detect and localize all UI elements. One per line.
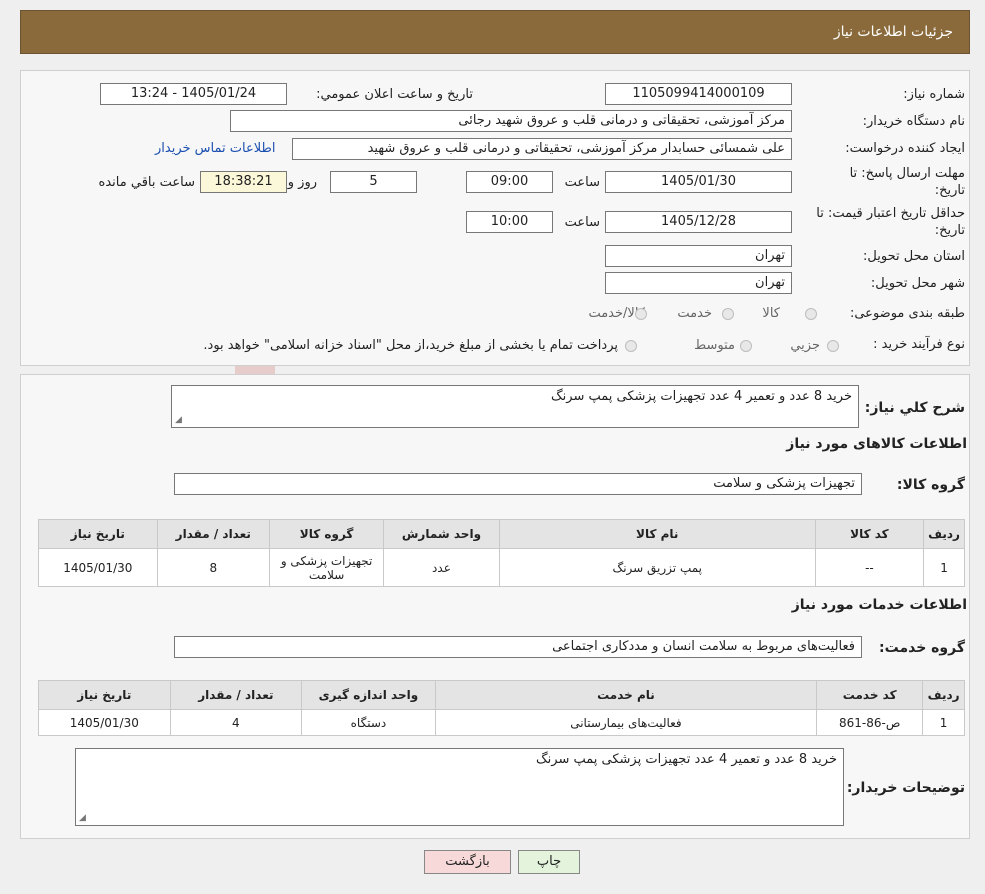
goods-col-name: نام کالا — [498, 519, 816, 549]
price-validity-time-label: ساعت — [564, 215, 600, 230]
general-description-text: خرید 8 عدد و تعمیر 4 عدد تجهیزات پزشکی پ… — [551, 389, 852, 404]
goods-col-group: گروه کالا — [268, 519, 385, 549]
deadline-date-field: 1405/01/30 — [605, 171, 792, 193]
category-option-service: خدمت — [677, 306, 712, 321]
deadline-time-label: ساعت — [564, 175, 600, 190]
process-minor-radio[interactable] — [827, 340, 839, 352]
category-option-goods: کالا — [762, 306, 780, 321]
process-option-medium: متوسط — [694, 338, 735, 353]
goods-cell-unit: عدد — [383, 548, 500, 587]
buyer-org-label: نام دستگاه خریدار: — [862, 114, 965, 129]
deadline-label-2: تاریخ: — [934, 183, 965, 198]
price-validity-time-field: 10:00 — [466, 211, 553, 233]
print-button[interactable]: چاپ — [518, 850, 580, 874]
goods-group-field: تجهیزات پزشکی و سلامت — [174, 473, 862, 495]
price-validity-label: حداقل تاریخ اعتبار قیمت: تا — [816, 206, 965, 221]
page-title: جزئیات اطلاعات نیاز — [833, 24, 953, 40]
table-row: 1 -- پمپ تزریق سرنگ عدد تجهیزات پزشکی و … — [38, 548, 965, 587]
service-cell-code: ص-86-861 — [816, 709, 924, 736]
goods-cell-date: 1405/01/30 — [38, 548, 158, 587]
service-cell-name: فعالیت‌های بیمارستانی — [434, 709, 818, 736]
service-col-quantity: تعداد / مقدار — [169, 680, 303, 710]
service-cell-row: 1 — [922, 709, 965, 736]
need-number-label: شماره نیاز: — [903, 87, 965, 102]
announce-date-field: 1405/01/24 - 13:24 — [100, 83, 287, 105]
province-field: تهران — [605, 245, 792, 267]
service-cell-unit: دستگاه — [301, 709, 436, 736]
category-goods-service-radio[interactable] — [635, 308, 647, 320]
resize-grip-icon[interactable]: ◢ — [79, 813, 86, 823]
buyer-notes-textarea[interactable]: خرید 8 عدد و تعمیر 4 عدد تجهیزات پزشکی پ… — [75, 748, 844, 826]
services-section-title: اطلاعات خدمات مورد نیاز — [791, 597, 967, 613]
goods-col-unit: واحد شمارش — [383, 519, 500, 549]
goods-col-code: کد کالا — [814, 519, 925, 549]
goods-cell-quantity: 8 — [156, 548, 270, 587]
province-label: استان محل تحویل: — [863, 249, 965, 264]
remaining-time-field: 18:38:21 — [200, 171, 287, 193]
service-col-row: ردیف — [922, 680, 965, 710]
price-validity-date-field: 1405/12/28 — [605, 211, 792, 233]
buyer-notes-label: توضیحات خریدار: — [846, 780, 965, 796]
back-button[interactable]: بازگشت — [424, 850, 511, 874]
service-col-code: کد خدمت — [816, 680, 924, 710]
service-cell-date: 1405/01/30 — [38, 709, 171, 736]
process-type-label: نوع فرآیند خرید : — [873, 337, 965, 352]
goods-col-date: تاریخ نیاز — [38, 519, 158, 549]
service-group-field: فعالیت‌های مربوط به سلامت انسان و مددکار… — [174, 636, 862, 658]
treasury-note-radio[interactable] — [625, 340, 637, 352]
general-description-textarea[interactable]: خرید 8 عدد و تعمیر 4 عدد تجهیزات پزشکی پ… — [171, 385, 859, 428]
goods-cell-group: تجهیزات پزشکی و سلامت — [268, 548, 385, 587]
service-col-date: تاریخ نیاز — [38, 680, 171, 710]
remaining-time-label: ساعت باقي مانده — [98, 175, 195, 190]
process-medium-radio[interactable] — [740, 340, 752, 352]
buyer-org-field: مرکز آموزشی، تحقیقاتی و درمانی قلب و عرو… — [230, 110, 792, 132]
deadline-time-field: 09:00 — [466, 171, 553, 193]
deadline-label: مهلت ارسال پاسخ: تا — [849, 166, 965, 181]
table-row: 1 ص-86-861 فعالیت‌های بیمارستانی دستگاه … — [38, 709, 965, 736]
service-cell-quantity: 4 — [169, 709, 303, 736]
service-col-unit: واحد اندازه گیری — [301, 680, 436, 710]
requester-field: علی شمسائی حسابدار مرکز آموزشی، تحقیقاتی… — [292, 138, 792, 160]
goods-section-title: اطلاعات کالاهای مورد نیاز — [786, 436, 967, 452]
goods-cell-name: پمپ تزریق سرنگ — [498, 548, 816, 587]
goods-group-label: گروه کالا: — [896, 477, 965, 493]
requester-label: ایجاد کننده درخواست: — [845, 141, 965, 156]
goods-cell-code: -- — [814, 548, 925, 587]
price-validity-label-2: تاریخ: — [934, 223, 965, 238]
page-header: جزئیات اطلاعات نیاز — [20, 10, 970, 54]
treasury-payment-note: پرداخت تمام یا بخشی از مبلغ خرید،از محل … — [203, 338, 618, 353]
goods-cell-row: 1 — [923, 548, 965, 587]
city-label: شهر محل تحویل: — [870, 276, 965, 291]
need-number-field: 1105099414000109 — [605, 83, 792, 105]
days-label: روز و — [287, 175, 317, 190]
category-label: طبقه بندی موضوعی: — [849, 306, 965, 321]
category-goods-radio[interactable] — [805, 308, 817, 320]
days-remaining-field: 5 — [330, 171, 417, 193]
announce-date-label: تاریخ و ساعت اعلان عمومي: — [316, 87, 473, 102]
service-group-label: گروه خدمت: — [879, 640, 965, 656]
category-service-radio[interactable] — [722, 308, 734, 320]
general-description-label: شرح کلي نیاز: — [864, 400, 965, 416]
buyer-notes-text: خرید 8 عدد و تعمیر 4 عدد تجهیزات پزشکی پ… — [536, 752, 837, 767]
goods-table: ردیف کد کالا نام کالا واحد شمارش گروه کا… — [38, 519, 965, 587]
goods-col-quantity: تعداد / مقدار — [156, 519, 270, 549]
city-field: تهران — [605, 272, 792, 294]
buyer-contact-link[interactable]: اطلاعات تماس خریدار — [155, 141, 275, 156]
process-option-minor: جزیي — [790, 338, 820, 353]
goods-col-row: ردیف — [923, 519, 965, 549]
resize-grip-icon[interactable]: ◢ — [175, 415, 182, 425]
services-table: ردیف کد خدمت نام خدمت واحد اندازه گیری ت… — [38, 680, 965, 736]
service-col-name: نام خدمت — [434, 680, 818, 710]
